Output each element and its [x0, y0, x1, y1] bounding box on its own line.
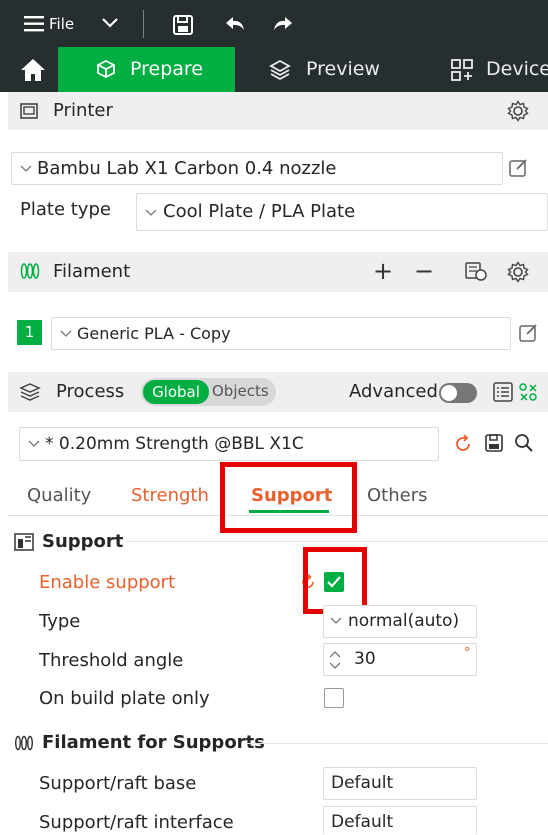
- support-group-icon: [14, 533, 34, 551]
- support-base-dropdown[interactable]: Default: [323, 767, 477, 800]
- printer-preset-value: Bambu Lab X1 Carbon 0.4 nozzle: [37, 158, 337, 179]
- filament-supports-title: Filament for Supports: [42, 732, 265, 753]
- filament-section-title: Filament: [53, 261, 131, 282]
- toggle-objects-label[interactable]: Objects: [212, 382, 269, 400]
- support-group-divider: [126, 541, 548, 542]
- file-menu-label: File: [49, 15, 75, 33]
- tab-strength[interactable]: Strength: [131, 485, 209, 507]
- layers-icon: [269, 59, 291, 81]
- toggle-global[interactable]: Global: [143, 380, 209, 404]
- enable-support-highlight: [303, 547, 367, 614]
- process-section-title: Process: [56, 381, 125, 402]
- undo-icon[interactable]: [224, 15, 246, 33]
- process-layers-icon: [19, 382, 41, 402]
- home-icon[interactable]: [20, 58, 46, 82]
- edit-printer-icon[interactable]: [507, 157, 529, 179]
- support-tab-highlight: [220, 462, 357, 533]
- edit-filament-icon[interactable]: [517, 322, 539, 344]
- support-interface-dropdown[interactable]: Default: [323, 806, 477, 835]
- threshold-angle-value: 30: [354, 649, 376, 669]
- tab-preview[interactable]: Preview: [235, 47, 400, 92]
- support-group-title: Support: [42, 531, 124, 552]
- plate-type-label: Plate type: [20, 199, 111, 220]
- support-type-dropdown[interactable]: normal(auto): [323, 605, 477, 638]
- tab-quality[interactable]: Quality: [27, 485, 91, 507]
- add-filament-button[interactable]: +: [373, 257, 393, 285]
- support-type-value: normal(auto): [348, 611, 460, 631]
- printer-preset-dropdown[interactable]: Bambu Lab X1 Carbon 0.4 nozzle: [11, 152, 503, 185]
- top-menu-bar: File: [0, 0, 548, 47]
- compare-icon[interactable]: [518, 382, 538, 402]
- chevron-down-icon: [330, 617, 342, 625]
- support-base-label: Support/raft base: [39, 773, 197, 794]
- global-objects-toggle[interactable]: Global Objects: [141, 378, 276, 406]
- filament-settings-gear-icon[interactable]: [507, 261, 529, 283]
- process-preset-dropdown[interactable]: * 0.20mm Strength @BBL X1C: [19, 427, 439, 461]
- plate-type-value: Cool Plate / PLA Plate: [163, 201, 356, 222]
- hamburger-icon: [24, 16, 44, 32]
- save-icon[interactable]: [172, 14, 194, 36]
- toolbar-divider: [143, 10, 144, 38]
- filament-supports-icon: [14, 735, 36, 751]
- reset-preset-icon[interactable]: [453, 434, 473, 454]
- tab-prepare[interactable]: Prepare: [58, 47, 235, 92]
- filament-slot-badge[interactable]: 1: [17, 320, 42, 345]
- advanced-switch-knob: [441, 385, 457, 401]
- list-view-icon[interactable]: [492, 381, 514, 403]
- chevron-down-icon: [20, 165, 32, 173]
- redo-icon[interactable]: [272, 15, 294, 33]
- file-menu-button[interactable]: File: [20, 9, 78, 39]
- filament-slot-number: 1: [24, 323, 35, 341]
- support-interface-value: Default: [331, 812, 394, 832]
- toggle-global-label: Global: [152, 383, 200, 401]
- threshold-angle-spinner[interactable]: 30 °: [323, 643, 477, 676]
- advanced-switch[interactable]: [439, 383, 477, 403]
- advanced-label: Advanced: [349, 381, 438, 402]
- threshold-angle-label: Threshold angle: [39, 650, 184, 671]
- tab-device-label: Device: [486, 58, 548, 80]
- tab-device[interactable]: Device: [440, 47, 548, 92]
- chevron-down-icon: [145, 209, 157, 217]
- process-preset-value: * 0.20mm Strength @BBL X1C: [45, 434, 304, 454]
- tab-prepare-label: Prepare: [130, 58, 203, 80]
- enable-support-label: Enable support: [39, 572, 176, 593]
- tab-others[interactable]: Others: [367, 485, 428, 507]
- cube-icon: [96, 59, 116, 79]
- filament-supports-divider: [246, 743, 548, 744]
- chevron-down-icon: [28, 440, 40, 448]
- filament-preset-dropdown[interactable]: Generic PLA - Copy: [51, 317, 511, 350]
- threshold-angle-unit: °: [464, 646, 471, 661]
- tab-preview-label: Preview: [306, 58, 380, 80]
- build-plate-only-label: On build plate only: [39, 688, 210, 709]
- chevron-down-icon[interactable]: [101, 17, 119, 28]
- search-icon[interactable]: [514, 433, 534, 453]
- printer-settings-gear-icon[interactable]: [507, 100, 529, 122]
- printer-icon: [19, 101, 39, 121]
- plate-type-dropdown[interactable]: Cool Plate / PLA Plate: [136, 193, 548, 231]
- sync-filament-icon[interactable]: [464, 260, 488, 282]
- support-type-label: Type: [39, 611, 81, 632]
- support-base-value: Default: [331, 773, 394, 793]
- printer-section-title: Printer: [53, 100, 113, 121]
- remove-filament-button[interactable]: −: [414, 257, 434, 285]
- filament-preset-value: Generic PLA - Copy: [77, 324, 231, 343]
- build-plate-only-checkbox[interactable]: [324, 688, 344, 708]
- filament-spool-icon: [20, 262, 42, 280]
- chevron-down-icon: [60, 330, 72, 338]
- support-interface-label: Support/raft interface: [39, 812, 234, 833]
- device-icon: [450, 58, 474, 82]
- spinner-arrows-icon[interactable]: [329, 650, 341, 670]
- save-preset-icon[interactable]: [485, 434, 503, 452]
